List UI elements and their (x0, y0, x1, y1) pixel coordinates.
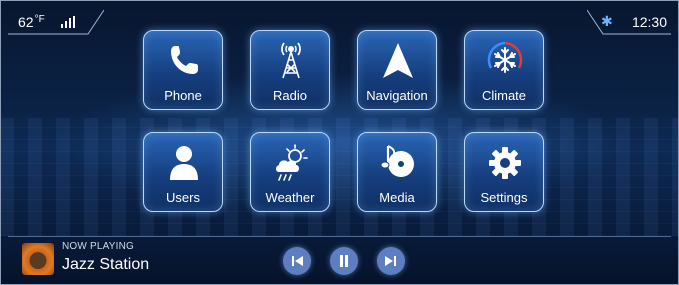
weather-icon (276, 144, 308, 181)
signal-icon (61, 16, 77, 28)
app-tile-media[interactable]: Media (357, 132, 437, 212)
app-tile-users[interactable]: Users (143, 132, 223, 212)
temperature-value: 62 (18, 14, 34, 30)
app-tile-climate[interactable]: Climate (464, 30, 544, 110)
previous-icon (292, 256, 303, 266)
pause-button[interactable] (330, 247, 358, 275)
app-label-radio: Radio (273, 88, 307, 103)
status-bar-left: 62°F (8, 6, 104, 36)
next-track-button[interactable] (377, 247, 405, 275)
temperature-unit: °F (34, 14, 45, 25)
music-disc-icon (380, 145, 414, 177)
app-tile-radio[interactable]: Radio (250, 30, 330, 110)
status-bar-right: ✱ 12:30 (587, 6, 671, 36)
app-label-climate: Climate (481, 88, 527, 103)
navigation-arrow-icon (383, 43, 413, 78)
app-label-phone: Phone (164, 88, 202, 103)
bluetooth-icon: ✱ (601, 13, 613, 29)
app-tile-settings[interactable]: Settings (464, 132, 544, 212)
pause-icon (340, 255, 348, 267)
snowflake-icon (487, 41, 523, 73)
app-label-users: Users (166, 190, 200, 205)
album-art[interactable] (22, 243, 54, 275)
radio-tower-icon (281, 42, 301, 79)
user-icon (170, 146, 198, 180)
now-playing-label: NOW PLAYING (62, 241, 135, 252)
bottom-divider (8, 236, 671, 237)
app-tile-phone[interactable]: Phone (143, 30, 223, 110)
now-playing-title: Jazz Station (62, 256, 150, 273)
previous-track-button[interactable] (283, 247, 311, 275)
next-icon (385, 256, 396, 266)
gear-icon (489, 147, 521, 179)
app-label-settings: Settings (480, 190, 528, 205)
app-label-weather: Weather (265, 190, 315, 205)
app-label-media: Media (379, 190, 415, 205)
app-tile-navigation[interactable]: Navigation (357, 30, 437, 110)
app-label-navigation: Navigation (366, 88, 428, 103)
app-tile-weather[interactable]: Weather (250, 132, 330, 212)
phone-icon (171, 46, 198, 74)
clock: 12:30 (631, 14, 667, 30)
outside-temperature: 62°F (18, 14, 45, 30)
